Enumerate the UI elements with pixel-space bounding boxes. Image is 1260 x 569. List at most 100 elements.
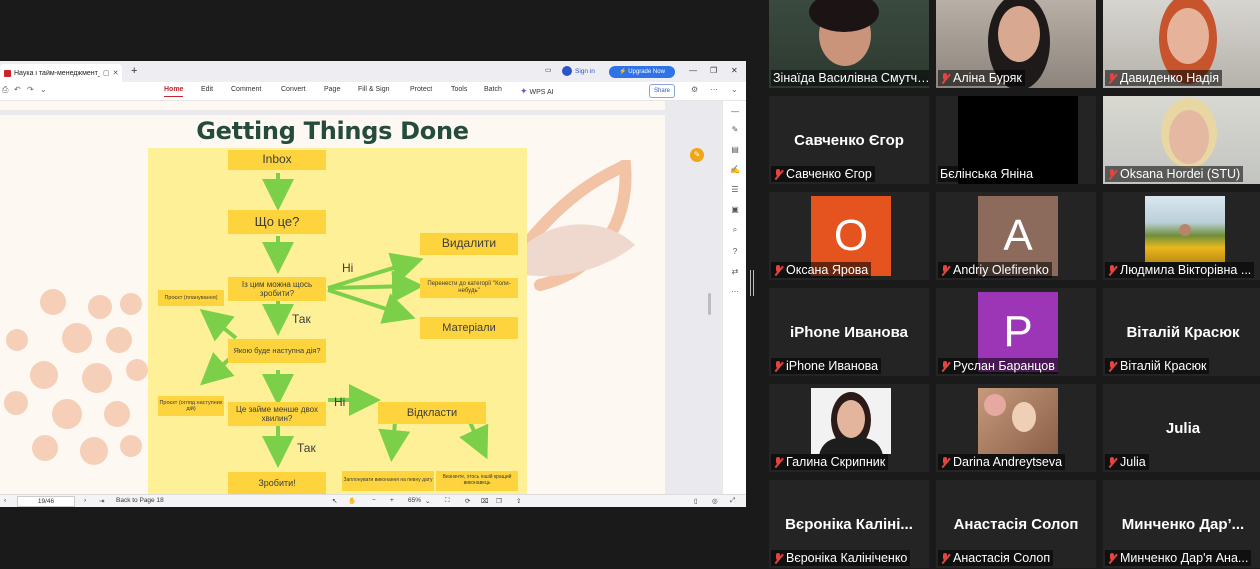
layout-icon[interactable]: ▭	[545, 66, 552, 74]
participant-tile[interactable]: P Руслан Баранцов	[936, 288, 1096, 376]
participant-name: Бєлінська Яніна	[940, 167, 1034, 181]
muted-mic-icon	[940, 264, 950, 276]
participant-tile[interactable]: Анастасія Солоп Анастасія Солоп	[936, 480, 1096, 568]
participant-tile[interactable]: Галина Скрипник	[769, 384, 929, 472]
decor-dot	[104, 401, 130, 427]
participant-tile[interactable]: Darina Andreytseva	[936, 384, 1096, 472]
decor-dot	[80, 437, 108, 465]
zoom-level[interactable]: 65%	[408, 497, 421, 504]
participant-tile[interactable]: Віталій Красюк Віталій Красюк	[1103, 288, 1260, 376]
close-icon[interactable]: ✕	[731, 66, 738, 75]
print-icon[interactable]: ⎙	[2, 85, 8, 95]
share-button[interactable]: Share	[649, 84, 675, 98]
copy-icon[interactable]: ❐	[496, 497, 502, 505]
more-tools-icon[interactable]: ⋯	[729, 287, 741, 296]
help-icon[interactable]: ?	[729, 247, 741, 256]
zoom-in-icon[interactable]: +	[390, 497, 394, 504]
fullscreen-icon[interactable]: ⤢	[730, 497, 735, 505]
participant-tile[interactable]: Бєлінська Яніна	[936, 96, 1096, 184]
last-page-icon[interactable]: ⇥	[99, 497, 104, 505]
participant-tile[interactable]: Минченко Дар’... Минченко Дар'я Ана...	[1103, 480, 1260, 568]
muted-mic-icon	[940, 72, 950, 84]
screenshot-icon[interactable]: ◎	[712, 497, 718, 505]
zoom-out-icon[interactable]: −	[372, 497, 376, 504]
restore-icon[interactable]: ❐	[710, 66, 717, 75]
pdf-titlebar: Наука і тайм-менеджмент_е ▢ ✕ + ▭ Sign i…	[0, 61, 746, 83]
participant-tile[interactable]: Аліна Буряк	[936, 0, 1096, 88]
participant-name: Andriy Olefirenko	[953, 263, 1049, 277]
avatar	[978, 388, 1058, 454]
settings-icon[interactable]: ⚙	[691, 85, 698, 94]
prev-page-icon[interactable]: ‹	[4, 497, 6, 504]
menu-home[interactable]: Home	[164, 86, 184, 97]
face	[1179, 224, 1191, 236]
save-tool-icon[interactable]: ▣	[729, 205, 741, 214]
menu-fill-sign[interactable]: Fill & Sign	[358, 86, 390, 93]
participant-name-label: Вєроніка Калініченко	[771, 550, 911, 566]
translate-icon[interactable]: ⇄	[729, 267, 741, 276]
edit-tool-icon[interactable]: ✎	[729, 125, 741, 134]
quick-access-dropdown-icon[interactable]: ⌄	[40, 85, 47, 94]
collapse-ribbon-icon[interactable]: ⌄	[731, 85, 738, 94]
annotate-pencil-icon[interactable]: ✎	[690, 148, 704, 162]
menu-wps-ai[interactable]: ✦ WPS AI	[520, 86, 554, 97]
menu-protect[interactable]: Protect	[410, 86, 432, 93]
muted-mic-icon	[1107, 72, 1117, 84]
zoom-dropdown-icon[interactable]: ⌄	[425, 497, 430, 505]
participant-tile[interactable]: Людмила Вікторівна ...	[1103, 192, 1260, 280]
menu-batch[interactable]: Batch	[484, 86, 502, 93]
upload-icon[interactable]: ⇪	[516, 497, 521, 505]
pdf-file-icon	[4, 69, 11, 77]
reading-mode-icon[interactable]: ▯	[694, 497, 698, 505]
participant-tile[interactable]: Савченко Єгор Савченко Єгор	[769, 96, 929, 184]
participant-tile[interactable]: A Andriy Olefirenko	[936, 192, 1096, 280]
participant-tile[interactable]: О Оксана Ярова	[769, 192, 929, 280]
fit-page-icon[interactable]: ⛶	[445, 497, 450, 505]
back-to-page-link[interactable]: Back to Page 18	[116, 497, 164, 504]
participant-tile[interactable]: iPhone Иванова iPhone Иванова	[769, 288, 929, 376]
flow-two-minutes: Це займе менше двох хвилин?	[228, 402, 326, 426]
panel-resize-handle[interactable]	[750, 270, 754, 296]
decor-dot	[126, 359, 148, 381]
sign-in-button[interactable]: Sign in	[562, 66, 595, 76]
tab-preview-icon[interactable]: ▢	[103, 69, 110, 77]
minimize-icon[interactable]: —	[689, 66, 697, 75]
participant-tile[interactable]: Julia Julia	[1103, 384, 1260, 472]
shoulders	[819, 438, 883, 454]
menu-page[interactable]: Page	[324, 86, 340, 93]
menu-convert[interactable]: Convert	[281, 86, 306, 93]
vertical-scrollbar[interactable]	[708, 293, 711, 315]
participant-display-name: Julia	[1165, 420, 1201, 437]
participant-tile[interactable]: Oksana Hordei (STU)	[1103, 96, 1260, 184]
collapse-icon[interactable]: —	[729, 107, 741, 116]
undo-icon[interactable]: ↶	[14, 85, 21, 94]
page-number-field[interactable]: 19/46	[17, 496, 75, 507]
menu-edit[interactable]: Edit	[201, 86, 213, 93]
next-page-icon[interactable]: ›	[84, 497, 86, 504]
search-icon[interactable]: ⌕	[729, 225, 741, 235]
document-tool-icon[interactable]: ▤	[729, 145, 741, 154]
new-tab-button[interactable]: +	[131, 65, 137, 77]
tab-close-icon[interactable]: ✕	[113, 69, 119, 77]
redo-icon[interactable]: ↷	[27, 85, 34, 94]
previous-page-edge	[0, 101, 665, 110]
participant-tile[interactable]: Давиденко Надія	[1103, 0, 1260, 88]
upgrade-now-button[interactable]: ⚡ Upgrade Now	[609, 66, 675, 78]
more-icon[interactable]: ⋯	[710, 85, 718, 94]
muted-mic-icon	[940, 360, 950, 372]
crop-icon[interactable]: ⌧	[481, 497, 489, 505]
menu-tools[interactable]: Tools	[451, 86, 467, 93]
decor-dot	[120, 435, 142, 457]
rotate-icon[interactable]: ⟳	[465, 497, 470, 505]
hand-tool-icon[interactable]: ✋	[348, 497, 356, 505]
select-tool-icon[interactable]: ↖	[332, 497, 337, 505]
document-tab[interactable]: Наука і тайм-менеджмент_е ▢ ✕	[0, 64, 122, 82]
adjust-tool-icon[interactable]: ☰	[729, 185, 741, 194]
participant-tile[interactable]: Зінаїда Василівна Смутч…	[769, 0, 929, 88]
right-toolbar: — ✎ ▤ ✍ ☰ ▣ ⌕ ? ⇄ ⋯	[722, 101, 746, 494]
participant-display-name: Віталій Красюк	[1126, 324, 1240, 341]
menu-comment[interactable]: Comment	[231, 86, 261, 93]
participant-tile[interactable]: Вєроніка Калінi... Вєроніка Калініченко	[769, 480, 929, 568]
sign-tool-icon[interactable]: ✍	[729, 165, 741, 174]
sign-in-label: Sign in	[575, 67, 595, 75]
